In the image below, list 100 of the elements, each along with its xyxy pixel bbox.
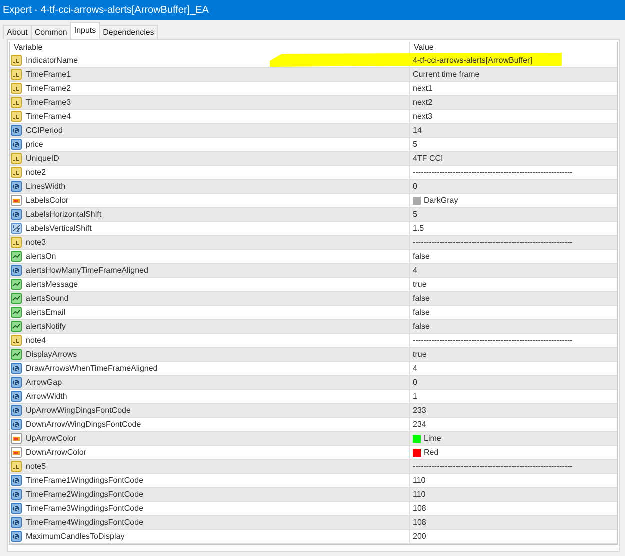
variable-value: false [413, 252, 430, 261]
integer-type-icon [11, 503, 22, 514]
integer-type-icon [11, 363, 22, 374]
integer-type-icon [11, 209, 22, 220]
tab[interactable]: Inputs [70, 22, 100, 39]
integer-type-icon [11, 489, 22, 500]
variable-name: MaximumCandlesToDisplay [26, 532, 125, 541]
tab[interactable]: Dependencies [99, 25, 158, 39]
variable-name: UpArrowWingDingsFontCode [26, 406, 131, 415]
variable-name: note3 [26, 238, 46, 247]
variable-name: alertsEmail [26, 308, 66, 317]
variable-value: 4TF CCI [413, 154, 444, 163]
variable-value: 5 [413, 210, 418, 219]
variable-value: 108 [413, 504, 426, 513]
variable-value: true [413, 350, 427, 359]
string-type-icon [11, 167, 22, 178]
variable-name: DisplayArrows [26, 350, 78, 359]
variable-value: 200 [413, 532, 426, 541]
variable-value: 108 [413, 518, 426, 527]
variable-name: ArrowGap [26, 378, 62, 387]
string-type-icon [11, 55, 22, 66]
variable-name: note4 [26, 336, 46, 345]
variable-value: false [413, 322, 430, 331]
variable-value: 1.5 [413, 224, 424, 233]
variable-value: 4 [413, 364, 418, 373]
integer-type-icon [11, 419, 22, 430]
boolean-type-icon [11, 307, 22, 318]
variable-name: alertsOn [26, 252, 56, 261]
variable-value: Current time frame [413, 70, 480, 79]
variable-name: TimeFrame1WingdingsFontCode [26, 476, 144, 485]
boolean-type-icon [11, 293, 22, 304]
string-type-icon [11, 153, 22, 164]
variable-name: LabelsColor [26, 196, 69, 205]
integer-type-icon [11, 475, 22, 486]
window-title: Expert - 4-tf-cci-arrows-alerts[ArrowBuffer]_EA [3, 4, 209, 16]
variable-value: 234 [413, 420, 426, 429]
integer-type-icon [11, 125, 22, 136]
variable-name: LabelsVerticalShift [26, 224, 92, 233]
variable-value: ------------------------------------------------------------ [413, 168, 573, 177]
variable-value: Red [424, 448, 439, 457]
fraction-type-icon [11, 223, 22, 234]
variable-name: alertsHowManyTimeFrameAligned [26, 266, 148, 275]
boolean-type-icon [11, 251, 22, 262]
string-type-icon [11, 111, 22, 122]
string-type-icon [11, 97, 22, 108]
variable-value: 4-tf-cci-arrows-alerts[ArrowBuffer] [413, 56, 532, 65]
variable-value: next1 [413, 84, 433, 93]
variable-value: 0 [413, 182, 418, 191]
boolean-type-icon [11, 279, 22, 290]
variable-name: TimeFrame4 [26, 112, 72, 121]
variable-name: note5 [26, 462, 46, 471]
string-type-icon [11, 335, 22, 346]
variable-name: IndicatorName [26, 56, 78, 65]
string-type-icon [11, 69, 22, 80]
variable-value: ------------------------------------------------------------ [413, 336, 573, 345]
variable-value: 0 [413, 378, 418, 387]
integer-type-icon [11, 391, 22, 402]
variable-value: 1 [413, 392, 418, 401]
integer-type-icon [11, 517, 22, 528]
variable-name: note2 [26, 168, 46, 177]
boolean-type-icon [11, 321, 22, 332]
variable-name: UpArrowColor [26, 434, 76, 443]
variable-value: DarkGray [424, 196, 458, 205]
integer-type-icon [11, 405, 22, 416]
variable-value: next3 [413, 112, 433, 121]
variable-name: TimeFrame2WingdingsFontCode [26, 490, 144, 499]
integer-type-icon [11, 377, 22, 388]
variable-name: TimeFrame2 [26, 84, 72, 93]
variable-name: DrawArrowsWhenTimeFrameAligned [26, 364, 158, 373]
string-type-icon [11, 83, 22, 94]
variable-value: ------------------------------------------------------------ [413, 462, 573, 471]
variable-name: TimeFrame1 [26, 70, 72, 79]
variable-value: 110 [413, 476, 426, 485]
variable-name: LabelsHorizontalShift [26, 210, 102, 219]
variable-value: false [413, 308, 430, 317]
integer-type-icon [11, 139, 22, 150]
variable-value: Lime [424, 434, 442, 443]
integer-type-icon [11, 181, 22, 192]
variable-value: false [413, 294, 430, 303]
variable-name: CCIPeriod [26, 126, 63, 135]
tab[interactable]: About [3, 25, 32, 39]
variable-name: LinesWidth [26, 182, 66, 191]
variable-name: TimeFrame3WingdingsFontCode [26, 504, 144, 513]
integer-type-icon [11, 265, 22, 276]
variable-name: UniqueID [26, 154, 60, 163]
variable-name: DownArrowColor [26, 448, 86, 457]
variable-name: TimeFrame3 [26, 98, 72, 107]
variable-name: alertsNotify [26, 322, 66, 331]
variable-name: ArrowWidth [26, 392, 68, 401]
variable-value: 14 [413, 126, 422, 135]
string-type-icon [11, 237, 22, 248]
variable-name: price [26, 140, 44, 149]
variable-name: TimeFrame4WingdingsFontCode [26, 518, 144, 527]
variable-value: 110 [413, 490, 426, 499]
variable-name: alertsMessage [26, 280, 78, 289]
variable-value: 4 [413, 266, 418, 275]
variable-value: next2 [413, 98, 433, 107]
string-type-icon [11, 461, 22, 472]
variable-value: ------------------------------------------------------------ [413, 238, 573, 247]
variable-name: alertsSound [26, 294, 69, 303]
